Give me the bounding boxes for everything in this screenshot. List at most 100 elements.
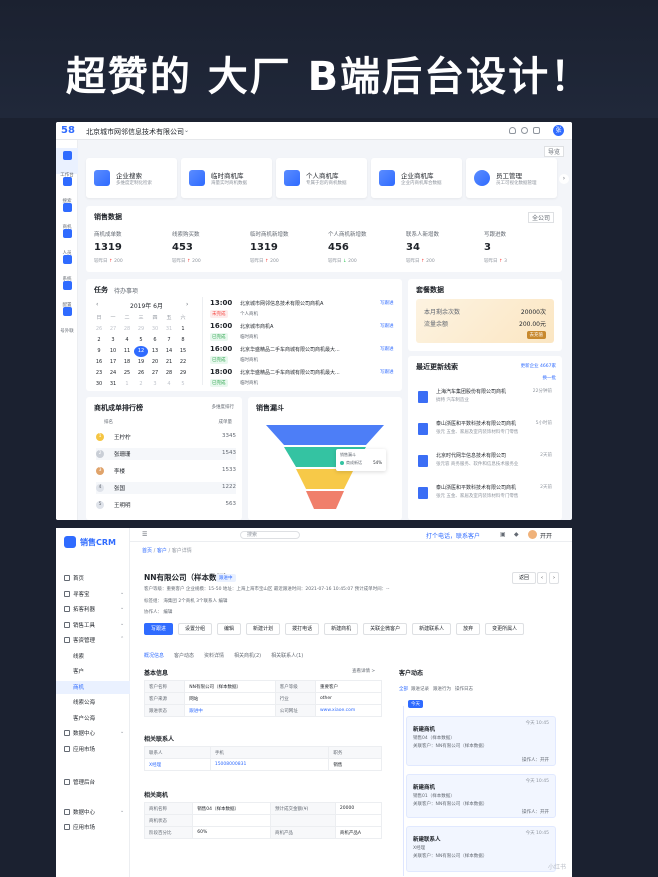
- menu-toggle-icon[interactable]: ☰: [142, 531, 147, 538]
- crm-brand[interactable]: 销售CRM: [80, 537, 116, 548]
- calendar-day[interactable]: 7: [162, 335, 176, 346]
- nav-item[interactable]: 拓客利器 ⌄: [56, 603, 130, 616]
- recharge-button[interactable]: 去充值: [526, 331, 546, 339]
- calendar-day[interactable]: 26: [134, 368, 148, 379]
- tab-todo[interactable]: 待办事项: [114, 286, 138, 295]
- activity-card[interactable]: 新建商机 今天 10:45 销售01（样本数据） 关联客户：NN有限公司（样本数…: [406, 774, 556, 818]
- calendar-day[interactable]: 24: [106, 368, 120, 379]
- calendar-day[interactable]: 25: [120, 368, 134, 379]
- quick-card-enterprise-opportunity[interactable]: 企业商机库 企业内商机库合数据: [371, 158, 462, 198]
- action-button[interactable]: 关联企微客户: [363, 623, 408, 635]
- calendar-day[interactable]: 5: [176, 379, 190, 390]
- lead-item[interactable]: 泰山浙医和平数科技术有限公司商机 张元 五金、家居及室内装饰材料专门零售 2天前: [418, 484, 552, 506]
- quick-card-personal-opportunity[interactable]: 个人商机库 专属于您的商机数据: [276, 158, 367, 198]
- calendar-day[interactable]: 27: [106, 324, 120, 335]
- nav-item[interactable]: 应用市场: [56, 743, 130, 756]
- action-button[interactable]: 放弃: [456, 623, 481, 635]
- calendar-day[interactable]: 22: [176, 357, 190, 368]
- tab[interactable]: 概况信息: [144, 652, 164, 659]
- write-followup-button[interactable]: 写跟进: [380, 323, 394, 329]
- calendar-day[interactable]: 17: [106, 357, 120, 368]
- grid-icon[interactable]: [533, 127, 540, 134]
- calendar-day[interactable]: 13: [148, 346, 162, 357]
- calendar-day[interactable]: 4: [120, 335, 134, 346]
- guide-button[interactable]: 导览: [543, 146, 564, 157]
- task-item[interactable]: 13:00 北京城市网邻信息技术有限公司商机A 未完成 个人商机 写跟进: [210, 299, 410, 321]
- dynamic-filter[interactable]: 操作日志: [455, 686, 473, 692]
- quick-card-company-search[interactable]: 企业搜索 多维度定制化检索: [86, 158, 177, 198]
- calendar-day[interactable]: 11: [120, 346, 134, 357]
- calendar-day[interactable]: 1: [120, 379, 134, 390]
- nav-item[interactable]: 销售工具 ⌄: [56, 619, 130, 632]
- calendar-day[interactable]: 1: [176, 324, 190, 335]
- calendar-day[interactable]: 30: [92, 379, 106, 390]
- lead-item[interactable]: 北京时代网华信息技术有限公司 张元容 商务服务、软件和信息技术服务业 2天前: [418, 452, 552, 474]
- sidebar-item-opportunity[interactable]: 商机: [56, 200, 78, 230]
- calendar-day[interactable]: 9: [92, 346, 106, 357]
- tab[interactable]: 资料详情: [204, 652, 224, 659]
- nav-item[interactable]: 寻客宝 ⌄: [56, 588, 130, 601]
- write-followup-button[interactable]: 写跟进: [380, 300, 394, 306]
- nav-item[interactable]: 客户: [56, 665, 130, 678]
- sidebar-item-config[interactable]: 配置: [56, 278, 78, 308]
- message-icon[interactable]: ▣: [500, 531, 506, 538]
- calendar-day[interactable]: 29: [134, 324, 148, 335]
- calendar-day[interactable]: 6: [148, 335, 162, 346]
- nav-item[interactable]: 数据中心 ⌄: [56, 727, 130, 740]
- nav-item[interactable]: 数据中心 ⌄: [56, 806, 130, 819]
- activity-card[interactable]: 新建联系人 今天 10:45 X经理 关联客户：NN有限公司（样本数据）: [406, 826, 556, 872]
- calendar-day[interactable]: 28: [120, 324, 134, 335]
- tab-tasks[interactable]: 任务: [94, 285, 108, 295]
- lead-item[interactable]: 泰山浙医和平数科技术有限公司商机 张元 五金、家居及室内装饰材料专门零售 5小时…: [418, 420, 552, 442]
- dynamic-filter[interactable]: 跟进行为: [433, 686, 451, 692]
- next-month-icon[interactable]: ›: [186, 301, 188, 308]
- nav-item[interactable]: 首页: [56, 572, 130, 585]
- nav-item[interactable]: 管理后台: [56, 776, 130, 789]
- calendar-day[interactable]: 5: [134, 335, 148, 346]
- action-button[interactable]: 新建联系人: [412, 623, 452, 635]
- task-item[interactable]: 16:00 北京城市商机A 已完成 临时商机 写跟进: [210, 322, 410, 344]
- search-input[interactable]: 搜索: [240, 531, 300, 539]
- prev-icon[interactable]: ‹: [537, 572, 547, 584]
- table-cell[interactable]: 15008000831: [209, 758, 330, 771]
- table-cell[interactable]: www.xiaoe.com: [314, 704, 383, 717]
- action-button[interactable]: 编辑: [217, 623, 242, 635]
- calendar-day[interactable]: 4: [162, 379, 176, 390]
- quick-card-staff[interactable]: 员工管理 员工可视化数据管理: [466, 158, 557, 198]
- nav-item[interactable]: 商机: [56, 680, 130, 694]
- prev-month-icon[interactable]: ‹: [96, 301, 98, 308]
- tab[interactable]: 相关商机(2): [234, 652, 261, 659]
- calendar-day[interactable]: 8: [176, 335, 190, 346]
- calendar-day[interactable]: 12: [134, 346, 148, 357]
- chevron-down-icon[interactable]: ⌄: [184, 127, 189, 134]
- nav-item[interactable]: 线索: [56, 650, 130, 663]
- calendar-day[interactable]: 23: [92, 368, 106, 379]
- calendar-day[interactable]: 2: [134, 379, 148, 390]
- calendar-day[interactable]: 2: [92, 335, 106, 346]
- logo[interactable]: 58: [61, 125, 75, 136]
- sales-filter[interactable]: 全公司: [527, 212, 554, 223]
- calendar-day[interactable]: 21: [162, 357, 176, 368]
- next-icon[interactable]: ›: [549, 572, 559, 584]
- sidebar-item-people[interactable]: 人员: [56, 226, 78, 256]
- task-item[interactable]: 18:00 北京华盛精品二手车商城有限公司商机最大... 已完成 临时商机 写跟…: [210, 368, 410, 390]
- sidebar-item-workbench[interactable]: 工作台: [56, 148, 78, 178]
- calendar-day[interactable]: 20: [148, 357, 162, 368]
- view-details-link[interactable]: 查看详情 >: [352, 668, 375, 674]
- calendar-day[interactable]: 26: [92, 324, 106, 335]
- avatar[interactable]: 张: [553, 125, 564, 136]
- sidebar-item-system[interactable]: 系统: [56, 252, 78, 282]
- dynamic-filter[interactable]: 跟进记录: [411, 686, 429, 692]
- calendar-day[interactable]: 28: [162, 368, 176, 379]
- activity-card[interactable]: 新建商机 今天 10:45 销售04（样本数据） 关联客户：NN有限公司（样本数…: [406, 716, 556, 766]
- crm-user[interactable]: 开开: [540, 531, 552, 540]
- calendar-day[interactable]: 3: [148, 379, 162, 390]
- avatar[interactable]: [528, 530, 537, 539]
- calendar-day[interactable]: 31: [162, 324, 176, 335]
- tab[interactable]: 客户动态: [174, 652, 194, 659]
- write-followup-button[interactable]: 写跟进: [380, 369, 394, 375]
- refresh-button[interactable]: 换一批: [543, 375, 557, 381]
- leads-more[interactable]: 更新企业 4667家: [521, 363, 556, 369]
- sidebar-item-search[interactable]: 搜索: [56, 174, 78, 204]
- action-button[interactable]: 新建商机: [324, 623, 359, 635]
